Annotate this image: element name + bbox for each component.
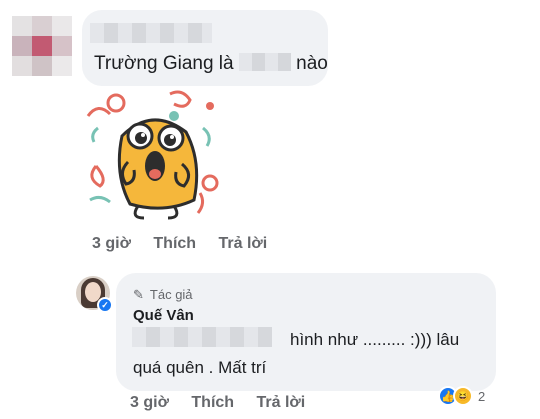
comment-text-suffix: nào (296, 53, 328, 74)
comment-timestamp[interactable]: 3 giờ (92, 235, 131, 252)
redacted-word (238, 53, 291, 71)
reply-timestamp[interactable]: 3 giờ (130, 394, 169, 411)
reaction-count: 2 (478, 388, 486, 404)
comment-message: Trường Giang là nào (94, 53, 328, 75)
pencil-icon: ✎ (133, 287, 144, 302)
reaction-summary[interactable]: 👍 😆 2 (438, 385, 485, 407)
author-name[interactable]: Quế Vân (133, 307, 194, 324)
author-badge: ✎ Tác giả (133, 287, 193, 303)
reply-actions: 3 giờ Thích Trả lời (130, 394, 323, 412)
reply-message-line-1: hình như ......... :))) lâu (290, 330, 460, 349)
comment-text-prefix: Trường Giang là (94, 53, 234, 74)
author-badge-label: Tác giả (149, 287, 193, 302)
reply-reply-link[interactable]: Trả lời (257, 394, 306, 411)
commenter-avatar-pixelated[interactable] (12, 16, 72, 76)
mentioned-name-redacted[interactable] (132, 327, 272, 347)
like-link[interactable]: Thích (153, 235, 196, 252)
reply-message-line-2: quá quên . Mất trí (133, 358, 267, 377)
reply-link[interactable]: Trả lời (219, 235, 268, 252)
haha-icon: 😆 (453, 386, 473, 406)
commenter-name-redacted[interactable] (90, 23, 212, 43)
surprised-potato-sticker (86, 90, 219, 220)
verified-check-icon: ✓ (97, 297, 113, 313)
reply-like-link[interactable]: Thích (191, 394, 234, 411)
comment-actions: 3 giờ Thích Trả lời (92, 235, 285, 253)
